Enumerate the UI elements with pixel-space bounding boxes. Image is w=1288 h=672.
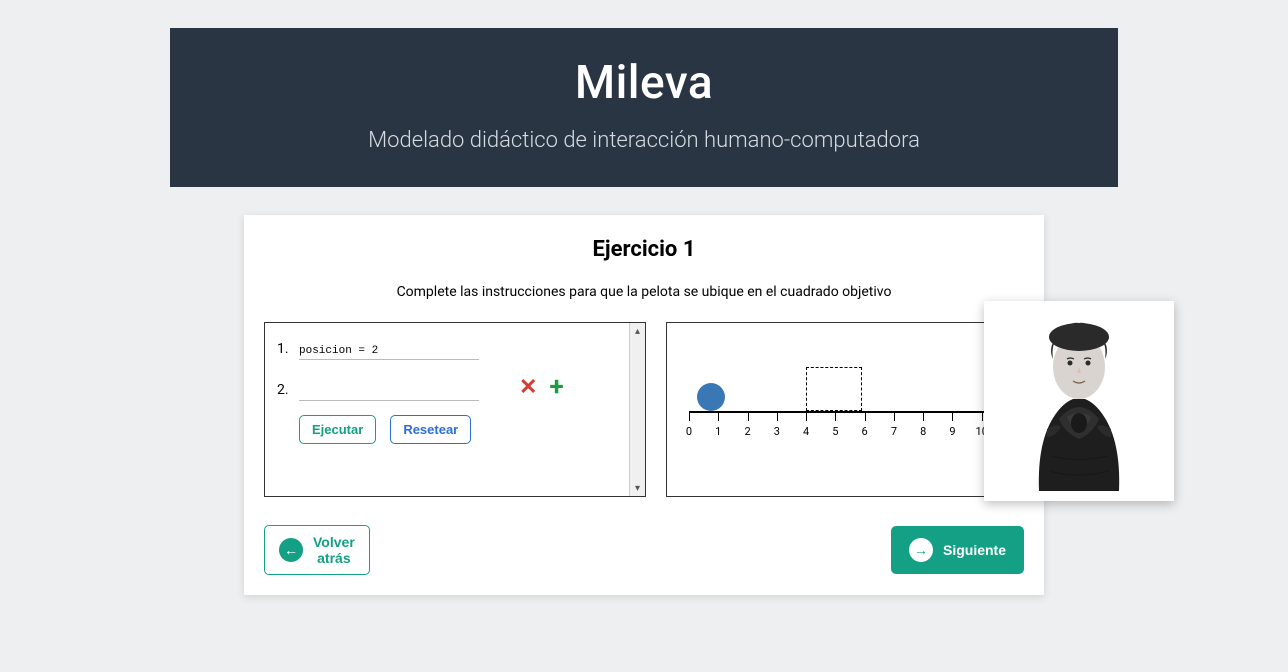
back-line2: atrás [317, 550, 350, 566]
arrow-right-icon: → [909, 538, 933, 562]
add-line-icon[interactable]: + [549, 374, 563, 400]
nav-row: ← Volver atrás → Siguiente [264, 525, 1024, 575]
execute-button[interactable]: Ejecutar [299, 415, 376, 444]
tick [952, 411, 953, 421]
reset-button[interactable]: Resetear [390, 415, 471, 444]
number-line: 01234567891011 [689, 411, 1011, 413]
tick [894, 411, 895, 421]
code-line: 2. ✕ + [277, 374, 633, 401]
arrow-left-icon: ← [279, 538, 303, 562]
tick [865, 411, 866, 421]
tick [982, 411, 983, 421]
chevron-up-icon[interactable]: ▴ [630, 323, 645, 339]
tick [689, 411, 690, 421]
remove-line-icon[interactable]: ✕ [519, 375, 537, 400]
app-subtitle: Modelado didáctico de interacción humano… [190, 128, 1098, 153]
line-number: 1. [277, 341, 299, 357]
app-title: Mileva [190, 56, 1098, 110]
tick [806, 411, 807, 421]
tick [835, 411, 836, 421]
next-button[interactable]: → Siguiente [891, 526, 1024, 574]
code-panel: 1. 2. ✕ + Ejecutar Resetear ▴ [264, 322, 646, 497]
tick [748, 411, 749, 421]
back-button[interactable]: ← Volver atrás [264, 525, 370, 575]
tick-label: 4 [803, 425, 809, 438]
tick-label: 6 [862, 425, 868, 438]
target-box [806, 367, 862, 411]
tick-label: 9 [949, 425, 955, 438]
app-header: Mileva Modelado didáctico de interacción… [170, 28, 1118, 187]
back-button-label: Volver atrás [313, 534, 355, 566]
tick-label: 7 [891, 425, 897, 438]
tick-label: 5 [832, 425, 838, 438]
panels-row: 1. 2. ✕ + Ejecutar Resetear ▴ [264, 322, 1024, 497]
code-input-2[interactable] [299, 384, 479, 401]
exercise-instruction: Complete las instrucciones para que la p… [264, 284, 1024, 300]
exercise-title: Ejercicio 1 [264, 237, 1024, 262]
portrait-image [984, 301, 1174, 501]
tick-label: 2 [744, 425, 750, 438]
scrollbar[interactable]: ▴ ▾ [629, 323, 645, 496]
visualization-panel: 01234567891011 [666, 322, 1024, 497]
tick-label: 8 [920, 425, 926, 438]
tick-label: 1 [715, 425, 721, 438]
tick [923, 411, 924, 421]
ball [697, 383, 725, 411]
code-input-1[interactable] [299, 343, 479, 360]
tick [718, 411, 719, 421]
exercise-card: Ejercicio 1 Complete las instrucciones p… [244, 215, 1044, 595]
tick-label: 0 [686, 425, 692, 438]
scroll-track[interactable] [630, 339, 645, 480]
line-number: 2. [277, 382, 299, 398]
next-button-label: Siguiente [943, 542, 1006, 558]
code-lines: 1. 2. ✕ + [277, 341, 633, 401]
back-line1: Volver [313, 534, 355, 550]
tick-label: 3 [774, 425, 780, 438]
chevron-down-icon[interactable]: ▾ [630, 480, 645, 496]
code-line: 1. [277, 341, 633, 360]
tick [777, 411, 778, 421]
